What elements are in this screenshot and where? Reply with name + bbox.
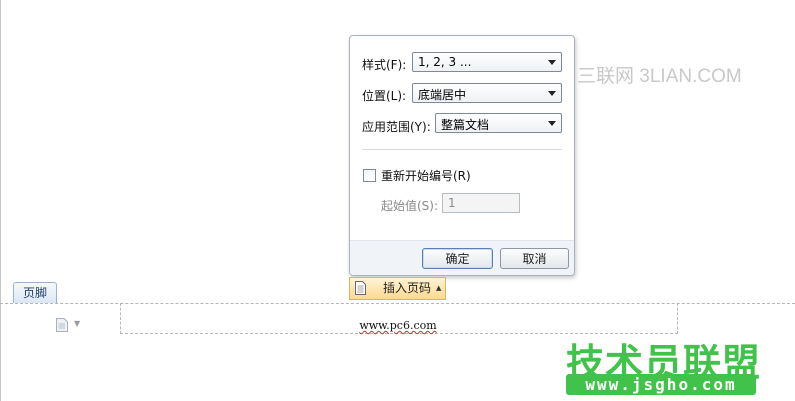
style-label: 样式(F): (362, 58, 407, 72)
caret-up-icon: ▲ (436, 284, 442, 292)
footer-text-value: www.pc6.com (359, 319, 437, 332)
insert-page-number-button[interactable]: 插入页码 ▲ (349, 277, 446, 300)
footer-text[interactable]: www.pc6.com (120, 319, 676, 332)
watermark-top: 三联网 3LIAN.COM (577, 66, 742, 87)
chevron-down-icon (548, 60, 556, 65)
style-select[interactable]: 1, 2, 3 ... (412, 52, 562, 72)
scope-select[interactable]: 整篇文档 (435, 113, 562, 133)
chevron-down-icon (548, 91, 556, 96)
chevron-down-icon[interactable]: ▼ (74, 319, 80, 328)
page-number-dialog: 样式(F): 1, 2, 3 ... 位置(L): 底端居中 应用范围(Y): … (349, 35, 575, 276)
ok-button[interactable]: 确定 (422, 248, 493, 269)
document-icon[interactable] (56, 318, 68, 332)
restart-numbering-checkbox[interactable] (363, 169, 376, 182)
chevron-down-icon (548, 121, 556, 126)
restart-numbering-label[interactable]: 重新开始编号(R) (381, 167, 471, 184)
watermark-url: www.jsgho.com (566, 374, 756, 395)
style-value: 1, 2, 3 ... (418, 55, 472, 69)
page-edge (0, 0, 1, 401)
position-label: 位置(L): (362, 89, 407, 103)
page-icon (355, 281, 366, 295)
dialog-divider (362, 149, 562, 150)
scope-value: 整篇文档 (441, 118, 490, 132)
scope-label: 应用范围(Y): (362, 120, 431, 134)
insert-page-number-label: 插入页码 (383, 281, 432, 295)
position-select[interactable]: 底端居中 (412, 83, 562, 103)
footer-tab[interactable]: 页脚 (13, 282, 57, 303)
start-value-input[interactable]: 1 (442, 193, 520, 213)
start-value-label: 起始值(S): (381, 199, 439, 213)
cancel-button[interactable]: 取消 (500, 248, 569, 269)
position-value: 底端居中 (418, 88, 467, 102)
